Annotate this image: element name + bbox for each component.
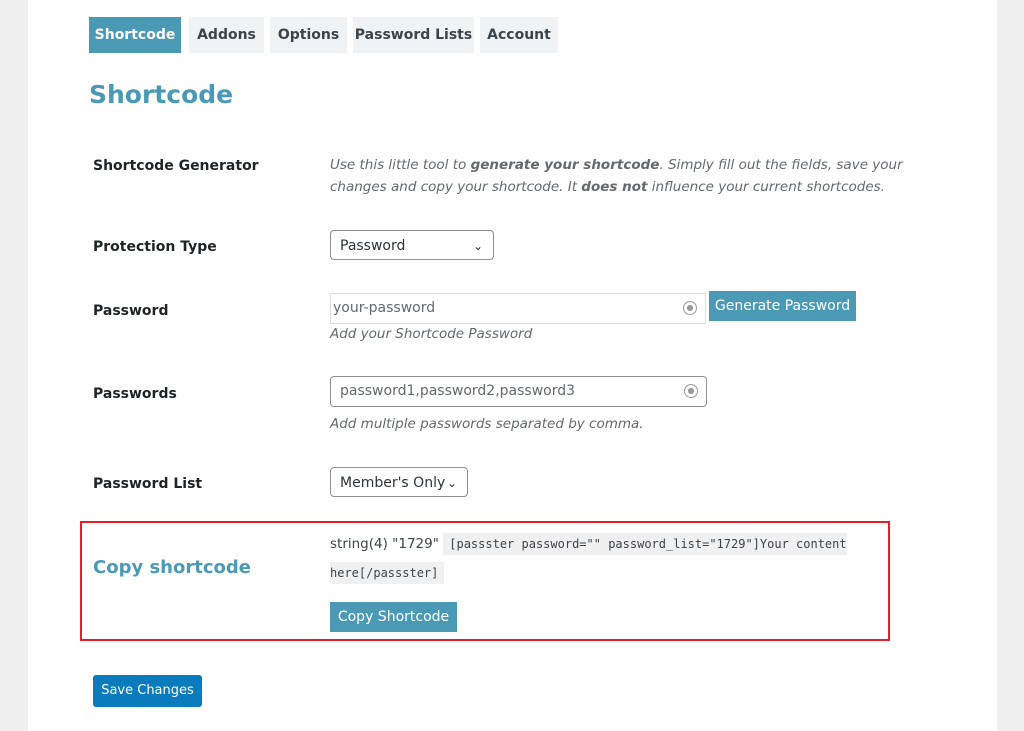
tab-options[interactable]: Options bbox=[270, 17, 347, 53]
tab-password-lists[interactable]: Password Lists bbox=[353, 17, 474, 53]
password-toggle-icon[interactable]: ● bbox=[683, 301, 697, 315]
chevron-down-icon: ⌄ bbox=[446, 476, 457, 490]
shortcode-output: string(4) "1729" [passster password="" p… bbox=[330, 530, 875, 588]
copy-shortcode-label: Copy shortcode bbox=[93, 557, 251, 578]
save-changes-button[interactable]: Save Changes bbox=[93, 675, 202, 707]
password-list-label: Password List bbox=[93, 476, 203, 492]
protection-type-label: Protection Type bbox=[93, 239, 217, 255]
passwords-input[interactable]: password1,password2,password3 ● bbox=[330, 376, 707, 407]
password-toggle-icon[interactable]: ● bbox=[684, 384, 698, 398]
debug-output: string(4) "1729" bbox=[330, 536, 439, 552]
tab-addons[interactable]: Addons bbox=[189, 17, 264, 53]
password-list-select[interactable]: Member's Only ⌄ bbox=[330, 467, 468, 497]
passwords-label: Passwords bbox=[93, 386, 177, 402]
tab-account[interactable]: Account bbox=[480, 17, 558, 53]
password-input[interactable]: your-password ● bbox=[330, 293, 706, 324]
chevron-down-icon: ⌄ bbox=[472, 239, 483, 253]
passwords-description: Add multiple passwords separated by comm… bbox=[330, 416, 644, 432]
tab-shortcode[interactable]: Shortcode bbox=[89, 17, 181, 53]
generator-description: Use this little tool to generate your sh… bbox=[330, 157, 903, 195]
protection-type-select[interactable]: Password ⌄ bbox=[330, 230, 494, 260]
page-title: Shortcode bbox=[89, 80, 234, 109]
password-label: Password bbox=[93, 303, 169, 319]
generate-password-button[interactable]: Generate Password bbox=[709, 291, 856, 321]
copy-shortcode-button[interactable]: Copy Shortcode bbox=[330, 602, 457, 632]
generator-label: Shortcode Generator bbox=[93, 158, 259, 174]
password-description: Add your Shortcode Password bbox=[330, 326, 533, 342]
